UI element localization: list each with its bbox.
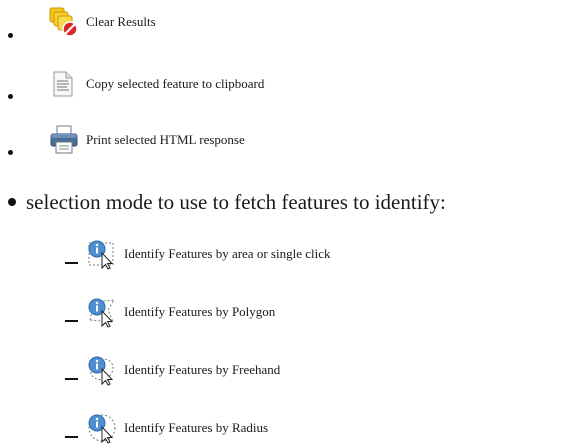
selection-mode-heading-row: selection mode to use to fetch features …: [8, 189, 446, 215]
list-item-copy-feature: Copy selected feature to clipboard: [48, 68, 264, 100]
sublist-dash: [65, 436, 78, 438]
option-identify-area-click: Identify Features by area or single clic…: [86, 238, 330, 270]
list-bullet: [8, 198, 16, 206]
printer-icon: [48, 124, 80, 156]
option-identify-polygon: Identify Features by Polygon: [86, 296, 275, 328]
identify-polygon-icon: [86, 296, 118, 328]
copy-clipboard-icon: [48, 68, 80, 100]
clear-results-icon: [48, 6, 80, 38]
list-item-clear-results: Clear Results: [48, 6, 156, 38]
option-label: Identify Features by Freehand: [124, 362, 281, 377]
list-bullet: [8, 94, 13, 99]
selection-mode-heading: selection mode to use to fetch features …: [26, 190, 446, 214]
identify-radius-icon: [86, 412, 118, 444]
option-identify-radius: Identify Features by Radius: [86, 412, 268, 444]
sublist-dash: [65, 262, 78, 264]
sublist-dash: [65, 320, 78, 322]
identify-area-click-icon: [86, 238, 118, 270]
sublist-dash: [65, 378, 78, 380]
list-item-label: Copy selected feature to clipboard: [86, 76, 265, 91]
list-bullet: [8, 150, 13, 155]
list-item-label: Clear Results: [86, 14, 156, 29]
list-item-print-response: Print selected HTML response: [48, 124, 245, 156]
option-label: Identify Features by Polygon: [124, 304, 276, 319]
list-item-label: Print selected HTML response: [86, 132, 245, 147]
option-label: Identify Features by area or single clic…: [124, 246, 331, 261]
option-identify-freehand: Identify Features by Freehand: [86, 354, 280, 386]
list-bullet: [8, 33, 13, 38]
option-label: Identify Features by Radius: [124, 420, 269, 435]
identify-freehand-icon: [86, 354, 118, 386]
